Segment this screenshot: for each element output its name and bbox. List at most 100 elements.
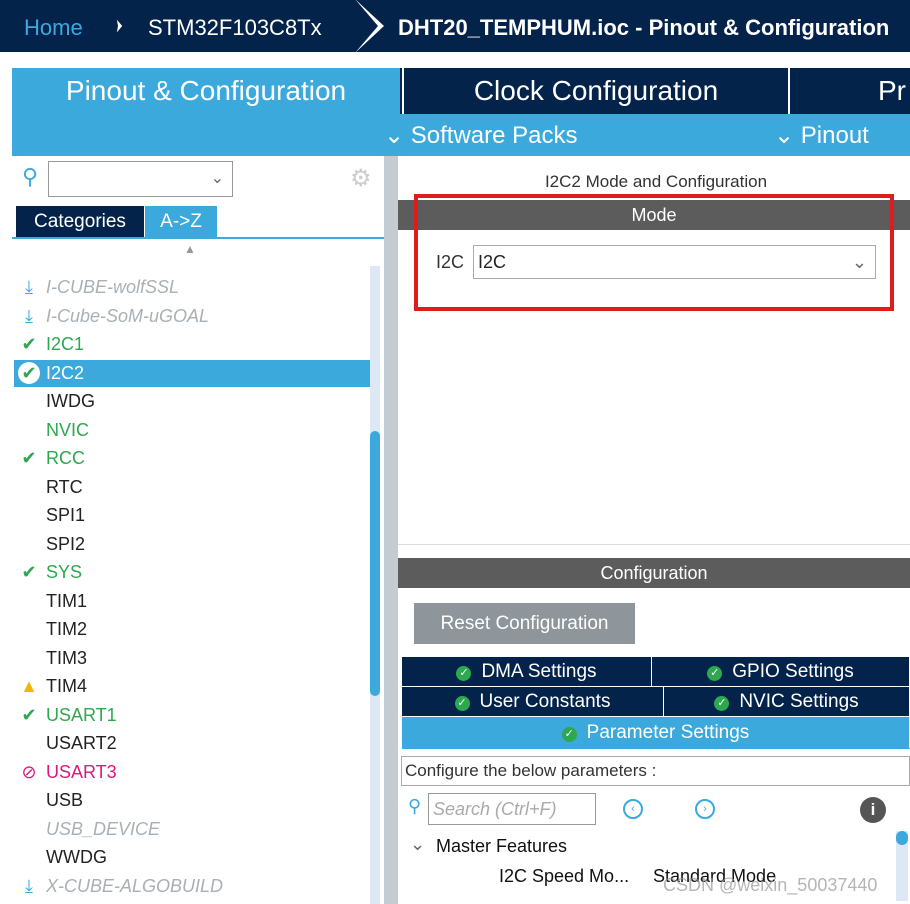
list-item-nvic[interactable]: NVIC: [14, 417, 370, 444]
check-icon: ✓: [561, 727, 577, 742]
menu-pinout[interactable]: ⌄ Pinout: [774, 121, 869, 150]
download-icon: ⤓: [25, 277, 33, 297]
list-item-label: WWDG: [46, 847, 107, 867]
search-icon: ⚲: [22, 164, 39, 189]
config-header: Configuration: [398, 558, 910, 588]
tab-project-manager[interactable]: Pr: [788, 68, 910, 114]
list-item-label: TIM4: [46, 676, 88, 696]
list-item-label: SPI2: [46, 533, 86, 554]
list-item-usart2[interactable]: USART2: [14, 730, 370, 757]
reset-configuration-button[interactable]: Reset Configuration: [414, 603, 635, 644]
tab-dma-settings[interactable]: ✓ DMA Settings: [402, 657, 652, 686]
gear-icon[interactable]: ⚙: [350, 164, 372, 193]
list-item-wwdg[interactable]: WWDG: [14, 844, 370, 871]
list-item-x-cube-algobuild[interactable]: ⤓ X-CUBE-ALGOBUILD: [14, 873, 370, 900]
list-item-label: I-CUBE-wolfSSL: [46, 277, 180, 297]
tab-categories[interactable]: Categories: [16, 206, 144, 237]
list-item-label: RTC: [46, 476, 83, 497]
list-item-i-cube-som-ugoal[interactable]: ⤓ I-Cube-SoM-uGOAL: [14, 303, 370, 330]
highlight-box: [414, 194, 894, 311]
chevron-down-icon: ⌄: [774, 122, 795, 149]
menu-software-packs[interactable]: ⌄ Software Packs: [384, 121, 578, 150]
scrollbar-track[interactable]: [370, 266, 380, 904]
list-item-tim3[interactable]: TIM3: [14, 645, 370, 672]
breadcrumb: Home STM32F103C8Tx DHT20_TEMPHUM.ioc - P…: [0, 0, 910, 54]
tab-pinout-configuration[interactable]: Pinout & Configuration: [12, 68, 400, 114]
list-item-label: I-Cube-SoM-uGOAL: [46, 305, 210, 326]
tab-user-constants[interactable]: ✓ User Constants: [402, 687, 664, 716]
list-item-label: I2C2: [46, 362, 85, 383]
configure-text: Configure the below parameters :: [401, 756, 910, 786]
list-item-label: X-CUBE-ALGOBUILD: [46, 875, 224, 896]
sub-menu: ⌄ Software Packs ⌄ Pinout: [12, 114, 910, 156]
check-icon: ✔: [21, 334, 37, 354]
list-item-sys[interactable]: ✔ SYS: [14, 559, 370, 586]
list-item-usb[interactable]: USB: [14, 787, 370, 814]
list-item-label: I2C1: [46, 334, 85, 354]
param-name: I2C Speed Mo...: [499, 866, 630, 886]
list-item-i2c1[interactable]: ✔ I2C1: [14, 331, 370, 358]
list-item-label: SYS: [46, 562, 83, 582]
list-item-i-cube-wolfssl[interactable]: ⤓ I-CUBE-wolfSSL: [14, 274, 370, 301]
download-icon: ⤓: [25, 305, 33, 326]
check-icon: ✔: [21, 704, 37, 725]
scrollbar-track[interactable]: [896, 831, 908, 901]
list-item-spi1[interactable]: SPI1: [14, 502, 370, 529]
panel-title: I2C2 Mode and Configuration: [544, 172, 768, 191]
group-master-features[interactable]: Master Features: [436, 836, 567, 857]
list-item-label: SPI1: [46, 505, 86, 525]
scroll-up-icon[interactable]: ▲: [184, 242, 196, 256]
breadcrumb-file[interactable]: DHT20_TEMPHUM.ioc - Pinout & Configurati…: [356, 0, 910, 52]
check-icon: ✔: [21, 448, 37, 468]
scrollbar-thumb[interactable]: [370, 431, 380, 696]
next-icon[interactable]: ›: [695, 799, 715, 819]
disabled-icon: ⊘: [21, 761, 37, 782]
chevron-down-icon[interactable]: ⌄: [410, 834, 425, 855]
watermark: CSDN @weixin_50037440: [663, 875, 878, 895]
previous-icon[interactable]: ‹: [623, 799, 643, 819]
list-item-rtc[interactable]: RTC: [14, 474, 370, 501]
list-item-label: TIM3: [46, 647, 88, 668]
list-item-label: IWDG: [46, 391, 95, 411]
search-input[interactable]: ⌄: [48, 161, 233, 197]
list-item-usart3[interactable]: ⊘ USART3: [14, 759, 370, 786]
breadcrumb-home[interactable]: Home: [0, 0, 118, 52]
list-item-label: USB_DEVICE: [46, 818, 161, 839]
list-item-i2c2[interactable]: ✔ I2C2: [14, 359, 370, 387]
list-item-tim2[interactable]: TIM2: [14, 616, 370, 643]
tab-parameter-settings[interactable]: ✓ Parameter Settings: [402, 717, 910, 749]
list-item-iwdg[interactable]: IWDG: [14, 388, 370, 415]
tab-nvic-settings[interactable]: ✓ NVIC Settings: [664, 687, 910, 716]
info-icon[interactable]: i: [860, 797, 886, 823]
tab-clock-configuration[interactable]: Clock Configuration: [402, 68, 788, 114]
panel-divider[interactable]: [384, 156, 398, 904]
list-item-label: USART3: [46, 761, 117, 782]
tab-underline: [12, 237, 384, 239]
check-icon: ✓: [454, 696, 470, 711]
download-icon: ⤓: [25, 875, 33, 896]
chevron-down-icon: ⌄: [384, 122, 405, 149]
check-icon: ✓: [456, 666, 472, 681]
list-item-usb_device[interactable]: USB_DEVICE: [14, 816, 370, 843]
list-item-label: TIM2: [46, 619, 88, 639]
list-item-spi2[interactable]: SPI2: [14, 531, 370, 558]
right-panel: I2C2 Mode and Configuration Mode I2C I2C…: [398, 156, 910, 904]
list-item-tim1[interactable]: TIM1: [14, 588, 370, 615]
list-item-tim4[interactable]: ▲ TIM4: [14, 673, 370, 700]
parameter-search-input[interactable]: Search (Ctrl+F): [428, 793, 596, 825]
breadcrumb-mcu[interactable]: STM32F103C8Tx: [100, 0, 378, 52]
check-icon: ✓: [707, 666, 723, 681]
search-icon: ⚲: [408, 796, 422, 816]
scrollbar-thumb[interactable]: [896, 831, 908, 845]
check-circle-icon: ✔: [18, 361, 40, 384]
tab-a-z[interactable]: A->Z: [145, 206, 217, 237]
list-item-rcc[interactable]: ✔ RCC: [14, 445, 370, 472]
chevron-down-icon: ⌄: [210, 170, 224, 187]
main-tabs: Pinout & Configuration Clock Configurati…: [12, 68, 910, 114]
list-item-label: RCC: [46, 448, 85, 468]
left-panel: ⚲ ⌄ ⚙ Categories A->Z ▲ ⤓ I-CUBE-wolfSSL ⤓…: [12, 156, 384, 904]
tab-gpio-settings[interactable]: ✓ GPIO Settings: [652, 657, 910, 686]
list-item-usart1[interactable]: ✔ USART1: [14, 702, 370, 729]
list-item-label: NVIC: [46, 419, 90, 440]
check-icon: ✔: [21, 562, 37, 582]
